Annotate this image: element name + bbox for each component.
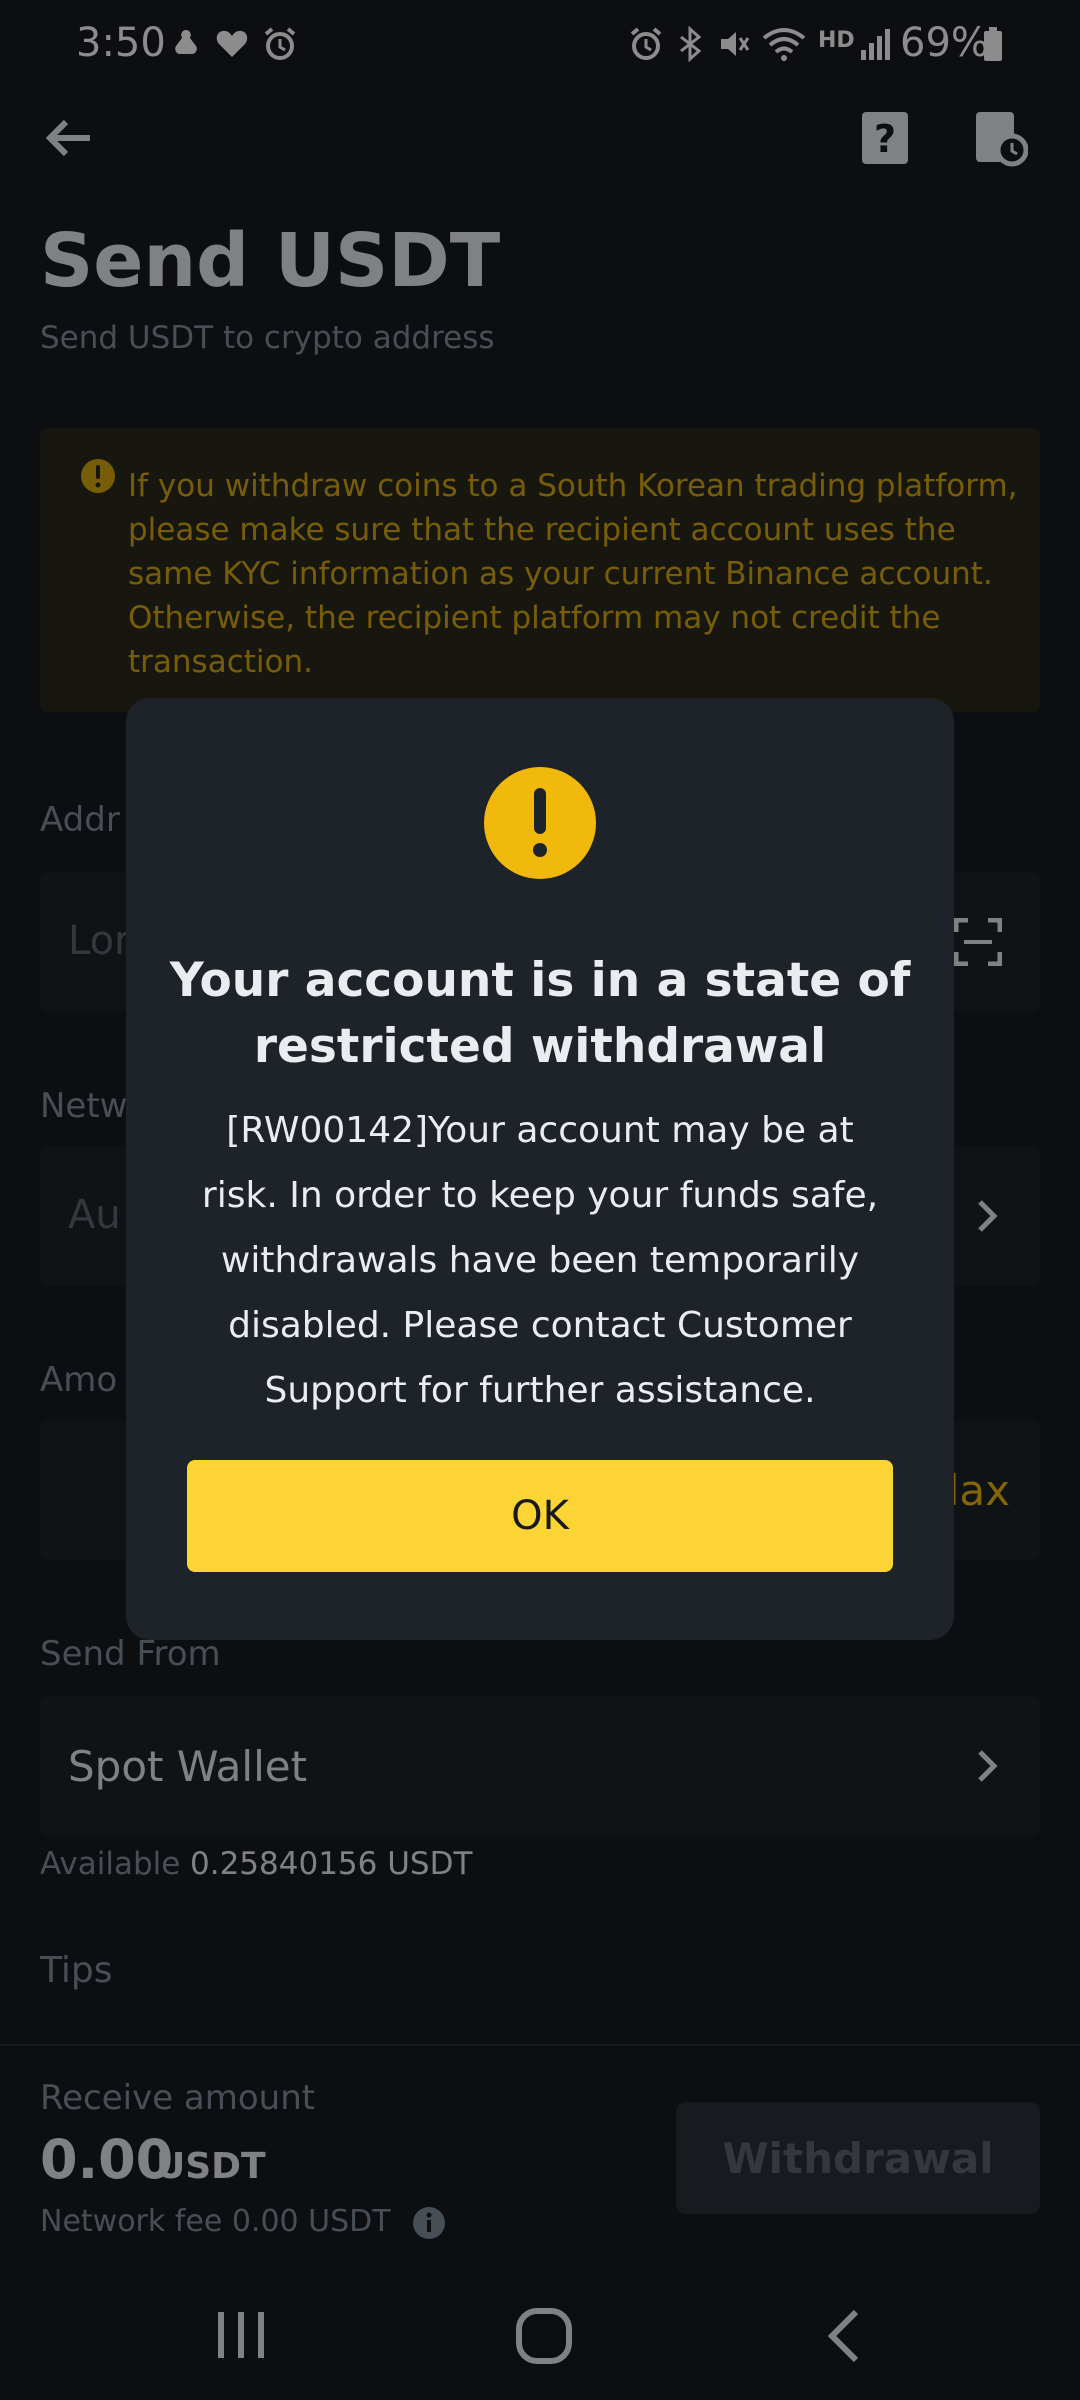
ok-button[interactable]: OK (187, 1460, 893, 1572)
exclamation-icon (484, 767, 596, 879)
dialog-title: Your account is in a state of restricted… (169, 953, 911, 1074)
restricted-withdrawal-dialog: Your account is in a state of restricted… (126, 698, 954, 1640)
dialog-message: [RW00142]Your account may be at risk. In… (201, 1110, 879, 1411)
send-usdt-screen: 3:50 HD 69% ? Send USDT Send USDT to cry… (0, 0, 1080, 2400)
